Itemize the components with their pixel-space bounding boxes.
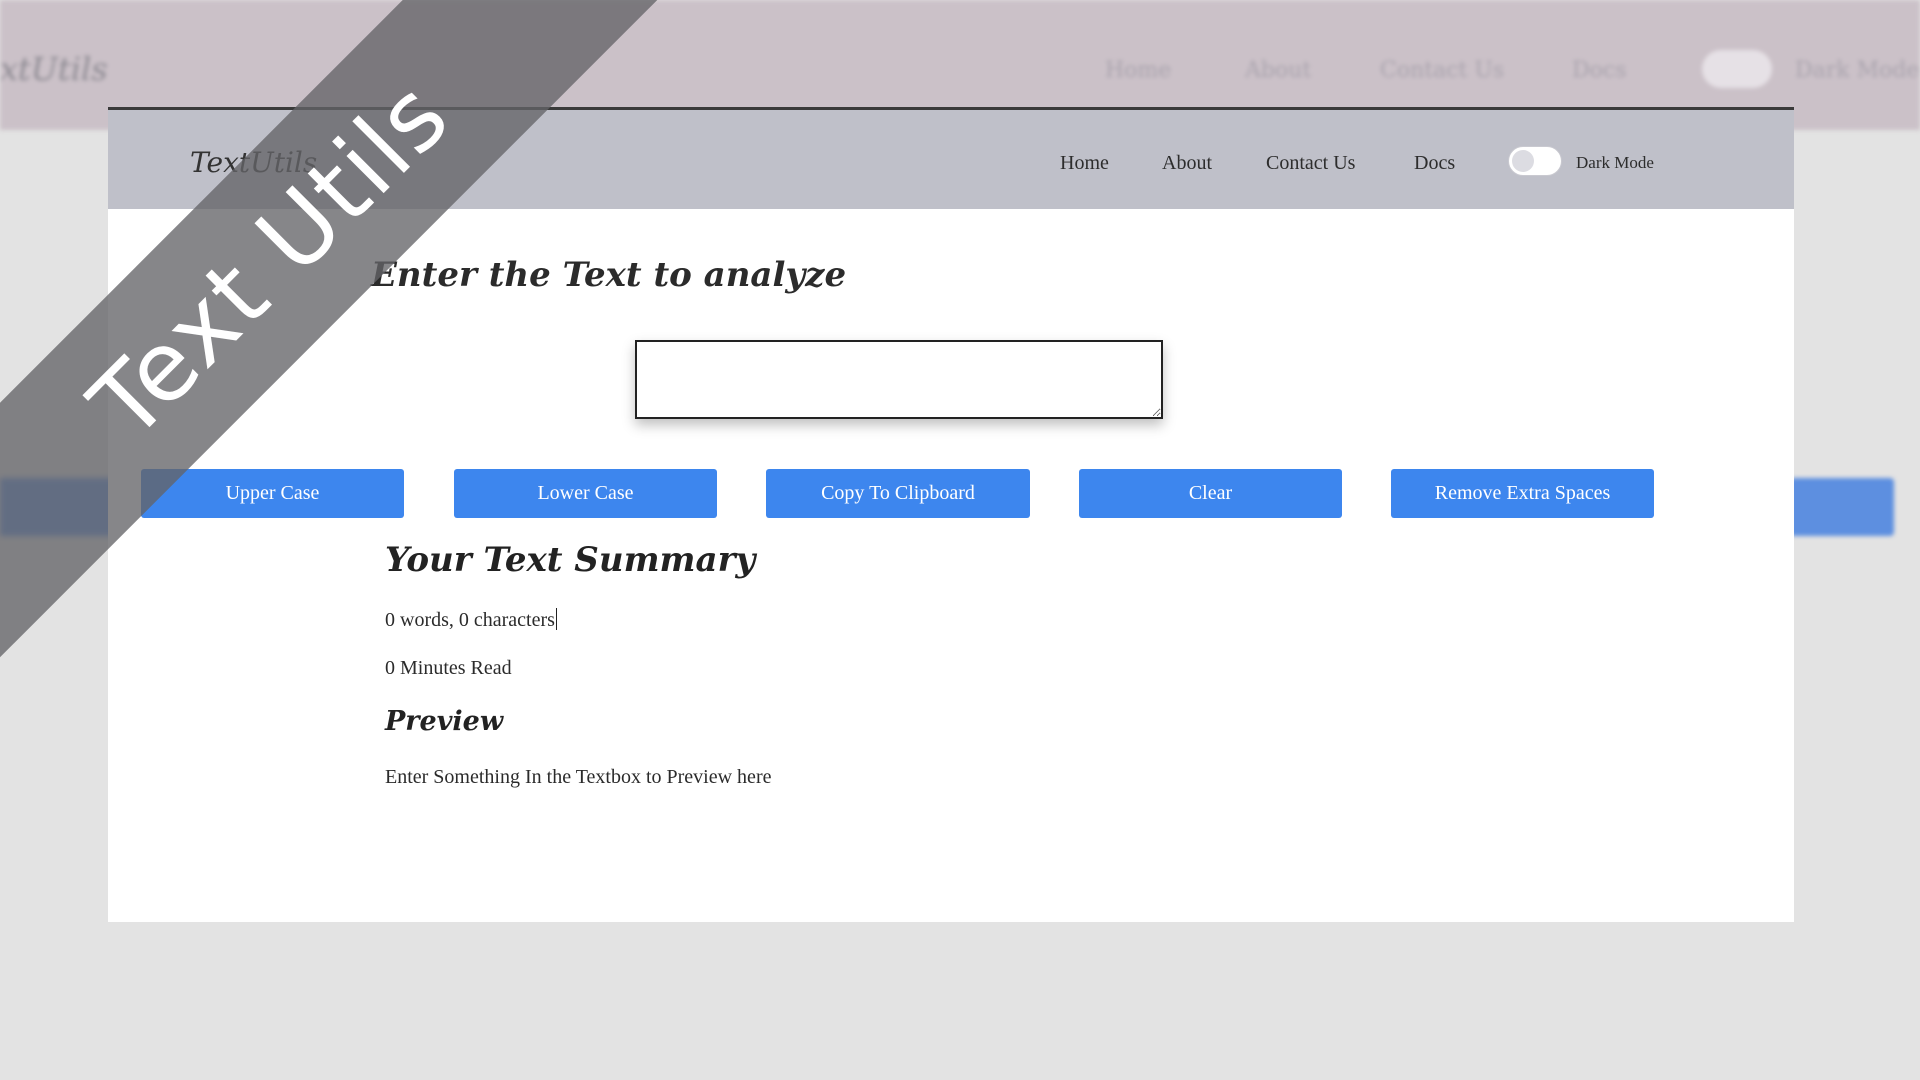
remove-extra-spaces-button[interactable]: Remove Extra Spaces (1391, 469, 1654, 518)
background-button-right (1790, 478, 1894, 536)
preview-heading: Preview (385, 706, 504, 737)
background-brand: xtUtils (0, 50, 108, 88)
dark-mode-label: Dark Mode (1576, 153, 1654, 172)
nav-about[interactable]: About (1162, 152, 1212, 175)
toggle-knob (1512, 150, 1534, 172)
summary-heading: Your Text Summary (385, 540, 756, 580)
word-char-count: 0 words, 0 characters (385, 608, 557, 632)
dark-mode-toggle[interactable] (1508, 146, 1562, 176)
background-nav-about: About (1245, 58, 1312, 83)
nav-docs[interactable]: Docs (1414, 152, 1455, 175)
lower-case-button[interactable]: Lower Case (454, 469, 717, 518)
nav-home[interactable]: Home (1060, 152, 1109, 175)
text-cursor (555, 608, 557, 630)
analyze-heading: Enter the Text to analyze (371, 255, 847, 295)
background-toggle (1702, 50, 1772, 88)
navbar: TextUtils Home About Contact Us Docs Dar… (108, 110, 1794, 209)
upper-case-button[interactable]: Upper Case (141, 469, 404, 518)
brand-logo[interactable]: TextUtils (190, 146, 317, 179)
word-char-count-text: 0 words, 0 characters (385, 609, 555, 631)
preview-text: Enter Something In the Textbox to Previe… (385, 766, 772, 788)
clear-button[interactable]: Clear (1079, 469, 1342, 518)
background-nav-docs: Docs (1572, 58, 1627, 83)
app-window: TextUtils Home About Contact Us Docs Dar… (108, 107, 1794, 922)
read-time: 0 Minutes Read (385, 657, 512, 679)
nav-contact-us[interactable]: Contact Us (1266, 152, 1355, 175)
background-toggle-label: Dark Mode (1795, 58, 1920, 83)
text-input[interactable] (635, 340, 1163, 419)
background-nav-contact: Contact Us (1380, 58, 1505, 83)
background-nav-home: Home (1105, 58, 1172, 83)
copy-to-clipboard-button[interactable]: Copy To Clipboard (766, 469, 1030, 518)
background-button-left (0, 478, 120, 536)
